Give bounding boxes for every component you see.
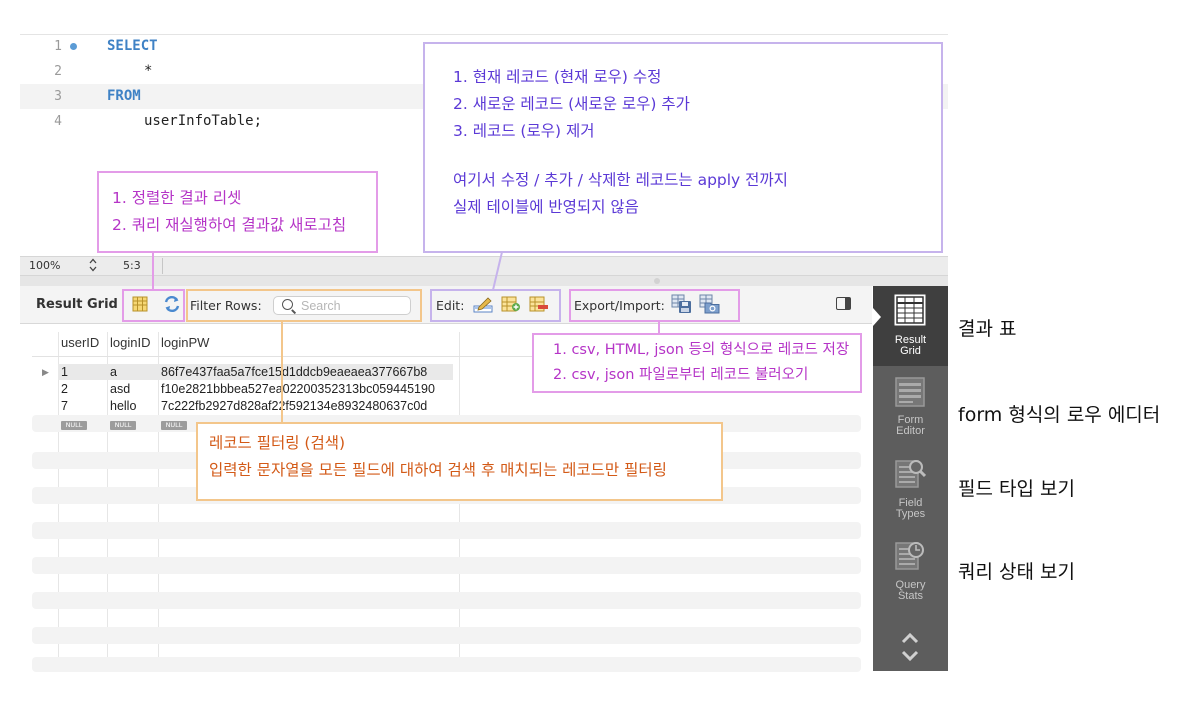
row-stripe — [32, 657, 861, 672]
row-stripe — [32, 522, 861, 539]
zoom-level[interactable]: 100% — [29, 257, 60, 275]
cell-loginid[interactable]: asd — [110, 381, 130, 397]
cell-loginid[interactable]: hello — [110, 398, 136, 414]
annotation-line: 여기서 수정 / 추가 / 삭제한 레코드는 apply 전까지 — [453, 171, 788, 189]
annotation-line: 2. 쿼리 재실행하여 결과값 새로고침 — [112, 216, 347, 234]
annotation-connector — [658, 320, 660, 334]
code-text: userInfoTable; — [144, 113, 263, 129]
annotation-line: 1. 정렬한 결과 리셋 — [112, 189, 242, 207]
code-text: * — [144, 63, 153, 79]
null-badge: NULL — [110, 421, 136, 430]
null-cell[interactable]: NULL — [110, 415, 136, 431]
cell-userid[interactable]: 1 — [61, 364, 68, 380]
annotation-connector — [281, 320, 283, 423]
side-tab-label: Editor — [896, 425, 925, 437]
row-stripe — [32, 557, 861, 574]
cell-loginpw[interactable]: f10e2821bbbea527ea02200352313bc059445190 — [161, 381, 435, 397]
annotation-connector — [152, 252, 154, 290]
splitter-grip-icon[interactable] — [654, 278, 660, 284]
line-number: 2 — [54, 64, 62, 79]
side-tab-form-editor[interactable]: Form Editor — [873, 372, 948, 442]
cell-userid[interactable]: 2 — [61, 381, 68, 397]
grid-icon — [894, 294, 926, 326]
side-tab-field-types[interactable]: Field Types — [873, 454, 948, 524]
field-types-icon — [895, 460, 926, 488]
annotation-export-info: 1. csv, HTML, json 등의 형식으로 레코드 저장 2. csv… — [532, 333, 862, 393]
line-number: 3 — [54, 89, 62, 104]
toggle-side-panel-icon[interactable] — [836, 297, 851, 310]
editor-status-bar: 100% 5:3 — [20, 256, 948, 276]
divider — [162, 258, 163, 274]
annotation-line: 3. 레코드 (로우) 제거 — [453, 122, 595, 140]
caption-field-types: 필드 타입 보기 — [958, 478, 1075, 500]
annotation-outline-edit — [430, 289, 561, 322]
null-cell[interactable]: NULL — [161, 415, 187, 431]
active-tab-indicator — [873, 308, 881, 326]
cell-userid[interactable]: 7 — [61, 398, 68, 414]
annotation-line: 실제 테이블에 반영되지 않음 — [453, 198, 639, 216]
table-row[interactable]: 7 hello 7c222fb2927d828af22f592134e89324… — [32, 398, 861, 414]
cell-loginpw[interactable]: 86f7e437faa5a7fce15d1ddcb9eaeaea377667b8 — [161, 364, 427, 380]
annotation-outline-export — [569, 289, 740, 322]
annotation-line: 레코드 필터링 (검색) — [209, 434, 346, 452]
row-stripe — [32, 592, 861, 609]
line-number: 4 — [54, 114, 62, 129]
side-tab-query-stats[interactable]: Query Stats — [873, 536, 948, 606]
column-header-loginpw[interactable]: loginPW — [161, 335, 209, 350]
caption-result-table: 결과 표 — [958, 318, 1017, 340]
cell-loginpw[interactable]: 7c222fb2927d828af22f592134e8932480637c0d — [161, 398, 427, 414]
zoom-stepper-icon[interactable] — [89, 257, 97, 276]
side-tab-label: Grid — [900, 345, 921, 357]
annotation-outline-filter — [186, 289, 422, 322]
code-keyword: SELECT — [107, 38, 158, 54]
annotation-line: 1. 현재 레코드 (현재 로우) 수정 — [453, 68, 662, 86]
annotation-line: 2. 새로운 레코드 (새로운 로우) 추가 — [453, 95, 690, 113]
side-panel-scroll-icon[interactable] — [900, 630, 920, 666]
annotation-outline-reset-refresh — [122, 289, 185, 322]
side-tab-label: Types — [895, 508, 926, 520]
annotation-filter-info: 레코드 필터링 (검색) 입력한 문자열을 모든 필드에 대하여 검색 후 매치… — [196, 422, 723, 501]
null-badge: NULL — [61, 421, 87, 430]
side-tab-label: Stats — [897, 590, 924, 602]
annotation-connector — [492, 252, 503, 290]
annotation-edit-info: 1. 현재 레코드 (현재 로우) 수정 2. 새로운 레코드 (새로운 로우)… — [423, 42, 943, 253]
current-row-arrow-icon: ▶ — [42, 367, 49, 377]
null-cell[interactable]: NULL — [61, 415, 87, 431]
null-badge: NULL — [161, 421, 187, 430]
result-side-panel: Result Grid Form Editor Field Types Quer… — [873, 286, 948, 671]
annotation-line: 1. csv, HTML, json 등의 형식으로 레코드 저장 — [553, 342, 850, 358]
annotation-reset-refresh-info: 1. 정렬한 결과 리셋 2. 쿼리 재실행하여 결과값 새로고침 — [97, 171, 378, 253]
cursor-position: 5:3 — [123, 259, 141, 272]
annotation-spacer — [453, 145, 941, 167]
breakpoint-dot-icon[interactable] — [70, 43, 77, 50]
column-header-userid[interactable]: userID — [61, 335, 99, 350]
caption-form-editor: form 형식의 로우 에디터 — [958, 404, 1161, 426]
annotation-line: 입력한 문자열을 모든 필드에 대하여 검색 후 매치되는 레코드만 필터링 — [209, 461, 667, 479]
result-grid-title: Result Grid — [36, 297, 118, 312]
cell-loginid[interactable]: a — [110, 364, 117, 380]
side-tab-result-grid[interactable]: Result Grid — [873, 286, 948, 366]
panel-splitter[interactable] — [20, 276, 948, 286]
row-stripe — [32, 627, 861, 644]
caption-query-stats: 쿼리 상태 보기 — [958, 561, 1075, 583]
column-header-loginid[interactable]: loginID — [110, 335, 150, 350]
query-stats-icon — [895, 542, 924, 570]
line-number: 1 — [54, 39, 62, 54]
code-keyword: FROM — [107, 88, 141, 104]
form-icon — [895, 377, 925, 407]
annotation-line: 2. csv, json 파일로부터 레코드 불러오기 — [553, 367, 809, 383]
